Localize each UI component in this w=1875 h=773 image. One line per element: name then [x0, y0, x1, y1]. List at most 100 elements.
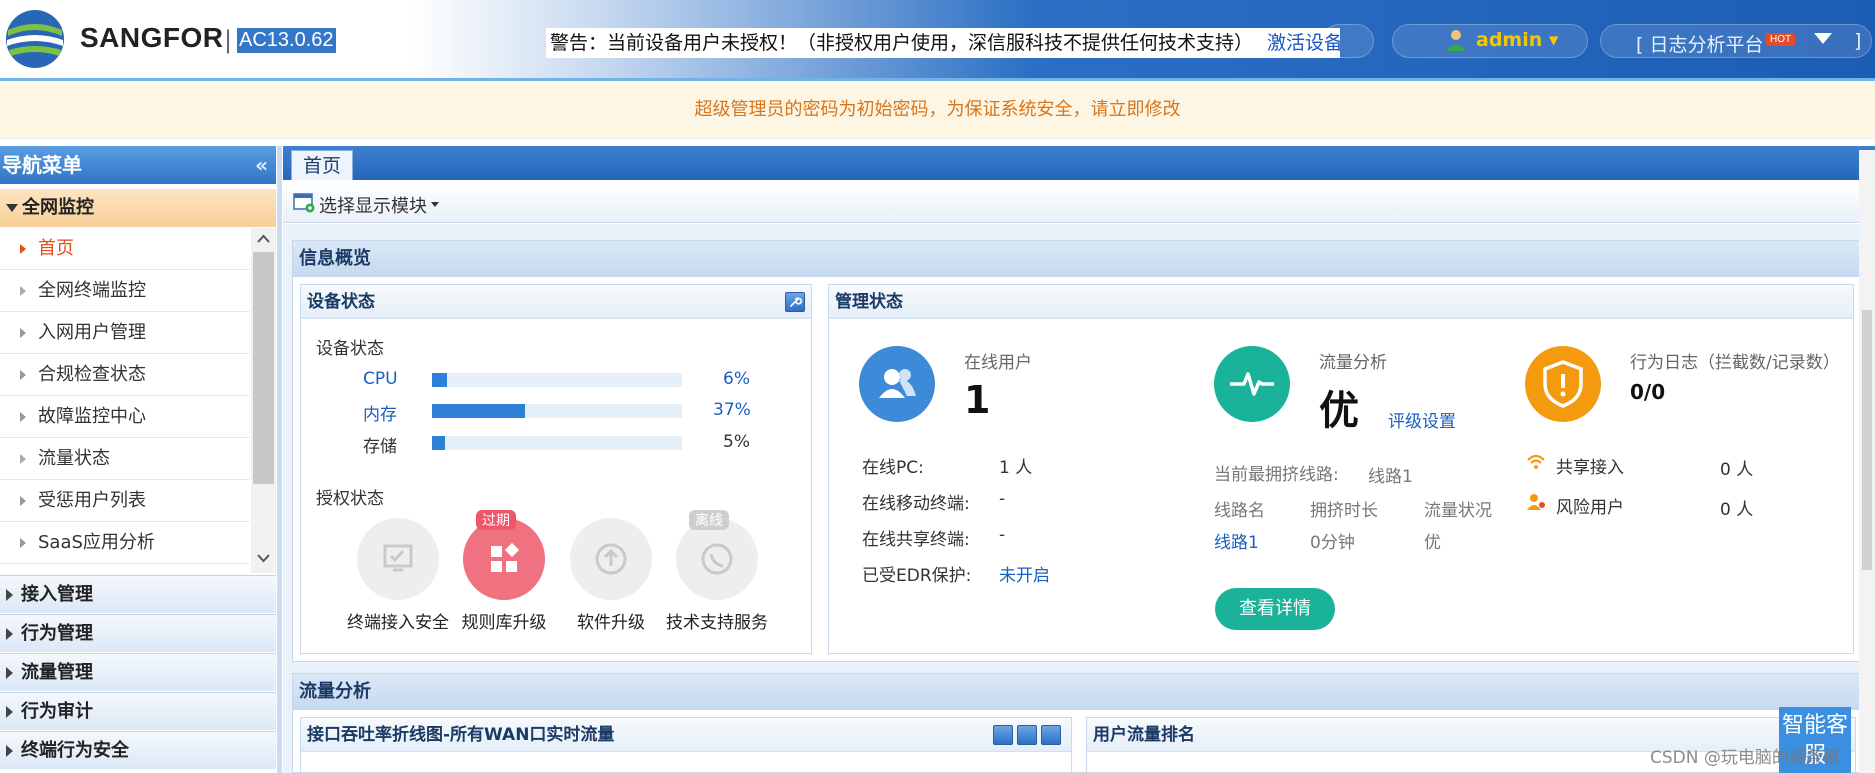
- chevron-down-icon[interactable]: [1814, 33, 1832, 44]
- nav-header: 导航菜单 «: [0, 146, 276, 184]
- caret-right-icon: [20, 412, 26, 422]
- edr-label: 已受EDR保护:: [862, 566, 972, 586]
- risk-users-value: 0 人: [1720, 500, 1754, 520]
- col-congestion: 拥挤时长: [1310, 501, 1378, 521]
- wrench-icon[interactable]: [785, 292, 805, 312]
- storage-bar: [432, 436, 682, 450]
- nav-group-network-monitor[interactable]: 全网监控: [0, 189, 276, 227]
- nav-group-audit[interactable]: 行为审计: [0, 692, 276, 730]
- congested-line-value: 线路1: [1368, 467, 1413, 487]
- online-pc-value: 1 人: [999, 458, 1033, 478]
- edr-value-link[interactable]: 未开启: [999, 561, 1050, 586]
- nav-scrollbar[interactable]: [251, 228, 276, 573]
- sidebar-item-saas[interactable]: SaaS应用分析: [0, 522, 250, 564]
- memory-value: 37%: [713, 400, 751, 420]
- users-icon: [859, 346, 935, 422]
- risk-user-icon: [1527, 494, 1545, 510]
- view-details-button[interactable]: 查看详情: [1215, 588, 1335, 630]
- software-upgrade-label: 软件升级: [577, 613, 645, 633]
- shared-terminal-value: -: [999, 525, 1006, 545]
- nav-group-access[interactable]: 接入管理: [0, 575, 276, 613]
- online-users-label: 在线用户: [964, 353, 1032, 373]
- caret-right-icon: [20, 286, 26, 296]
- caret-right-icon: [6, 589, 13, 601]
- pulse-icon: [1214, 346, 1290, 422]
- refresh-icon[interactable]: [993, 725, 1013, 745]
- scroll-down-icon[interactable]: [256, 550, 271, 565]
- cpu-label: CPU: [363, 369, 398, 389]
- caret-right-icon: [6, 667, 13, 679]
- restore-window-icon[interactable]: [1017, 725, 1037, 745]
- sidebar-item-traffic-status[interactable]: 流量状态: [0, 438, 250, 480]
- shared-access-value: 0 人: [1720, 460, 1754, 480]
- scroll-up-icon[interactable]: [256, 232, 271, 247]
- software-upgrade-license[interactable]: [570, 518, 652, 600]
- chevron-down-icon[interactable]: [431, 202, 439, 207]
- cpu-value: 6%: [723, 369, 750, 389]
- collapse-icon[interactable]: «: [255, 146, 268, 184]
- nav-list: 首页 全网终端监控 入网用户管理 合规检查状态 故障监控中心 流量状态 受惩用户…: [0, 228, 250, 564]
- wrench-icon[interactable]: [1041, 725, 1061, 745]
- caret-right-icon: [20, 328, 26, 338]
- behavior-log-label: 行为日志（拦截数/记录数）: [1630, 353, 1840, 373]
- mobile-value: -: [999, 489, 1006, 509]
- line1-congestion: 0分钟: [1310, 533, 1355, 553]
- nav-group-behavior[interactable]: 行为管理: [0, 614, 276, 652]
- license-warning: 警告：当前设备用户未授权！（非授权用户使用，深信服科技不提供任何技术支持） 激活设…: [546, 28, 1340, 58]
- page-scrollbar[interactable]: [1859, 150, 1875, 773]
- line1-state: 优: [1424, 533, 1441, 553]
- admin-username[interactable]: admin ▾: [1476, 29, 1558, 51]
- sidebar-divider[interactable]: [277, 146, 282, 773]
- sidebar-item-user-management[interactable]: 入网用户管理: [0, 312, 250, 354]
- nav-group-terminal-security[interactable]: 终端行为安全: [0, 731, 276, 769]
- password-notice: 超级管理员的密码为初始密码，为保证系统安全，请立即修改: [0, 81, 1875, 139]
- sidebar-item-home[interactable]: 首页: [0, 228, 250, 270]
- log-platform-bracket: ]: [1854, 30, 1862, 52]
- module-select-icon: [293, 193, 315, 213]
- nav-group-traffic[interactable]: 流量管理: [0, 653, 276, 691]
- expand-icon: [6, 204, 18, 212]
- rule-upgrade-license[interactable]: [463, 518, 545, 600]
- online-users-count: 1: [964, 378, 991, 422]
- user-icon: [1446, 30, 1466, 51]
- management-status-title: 管理状态: [829, 285, 1853, 319]
- cpu-bar: [432, 373, 682, 387]
- sidebar-item-compliance[interactable]: 合规检查状态: [0, 354, 250, 396]
- management-status-panel: 管理状态: [828, 284, 1854, 654]
- activate-license-link[interactable]: 激活设备授权: [1267, 32, 1340, 54]
- shield-alert-icon: [1525, 346, 1601, 422]
- throughput-chart-title: 接口吞吐率折线图-所有WAN口实时流量: [301, 718, 1071, 752]
- memory-bar-fill: [432, 404, 525, 418]
- nav-scroll-thumb[interactable]: [253, 252, 274, 484]
- traffic-rating: 优: [1319, 388, 1359, 434]
- nav-title: 导航菜单: [2, 153, 82, 177]
- offline-badge: 离线: [689, 510, 729, 530]
- behavior-log-value: 0/0: [1630, 380, 1666, 404]
- tab-bar: 首页: [283, 146, 1875, 180]
- device-status-title: 设备状态: [301, 285, 811, 319]
- caret-right-icon: [20, 370, 26, 380]
- traffic-analysis-label: 流量分析: [1319, 353, 1387, 373]
- sidebar-item-penalized-users[interactable]: 受惩用户列表: [0, 480, 250, 522]
- tech-support-license[interactable]: [676, 518, 758, 600]
- sidebar-item-terminal-monitor[interactable]: 全网终端监控: [0, 270, 250, 312]
- page-scroll-thumb[interactable]: [1862, 310, 1872, 570]
- log-platform-link[interactable]: [ 日志分析平台: [1636, 30, 1763, 57]
- col-traffic-state: 流量状况: [1424, 501, 1492, 521]
- terminal-access-label: 终端接入安全: [347, 613, 449, 633]
- caret-right-icon: [20, 454, 26, 464]
- shared-terminal-label: 在线共享终端:: [862, 530, 970, 550]
- watermark-text: CSDN @玩电脑的辣条哥: [1650, 748, 1840, 768]
- terminal-access-license[interactable]: [357, 518, 439, 600]
- rule-upgrade-label: 规则库升级: [461, 613, 547, 633]
- module-select-button[interactable]: 选择显示模块: [319, 192, 427, 218]
- sidebar-item-fault-center[interactable]: 故障监控中心: [0, 396, 250, 438]
- rating-settings-link[interactable]: 评级设置: [1388, 407, 1456, 432]
- monitor-check-icon: [383, 544, 413, 572]
- memory-label: 内存: [363, 405, 397, 425]
- version-label: AC13.0.62: [237, 28, 336, 53]
- device-status-subtitle: 设备状态: [316, 339, 384, 359]
- tab-home[interactable]: 首页: [291, 150, 353, 180]
- line1-link[interactable]: 线路1: [1214, 528, 1259, 553]
- nav-group-label: 全网监控: [22, 197, 94, 218]
